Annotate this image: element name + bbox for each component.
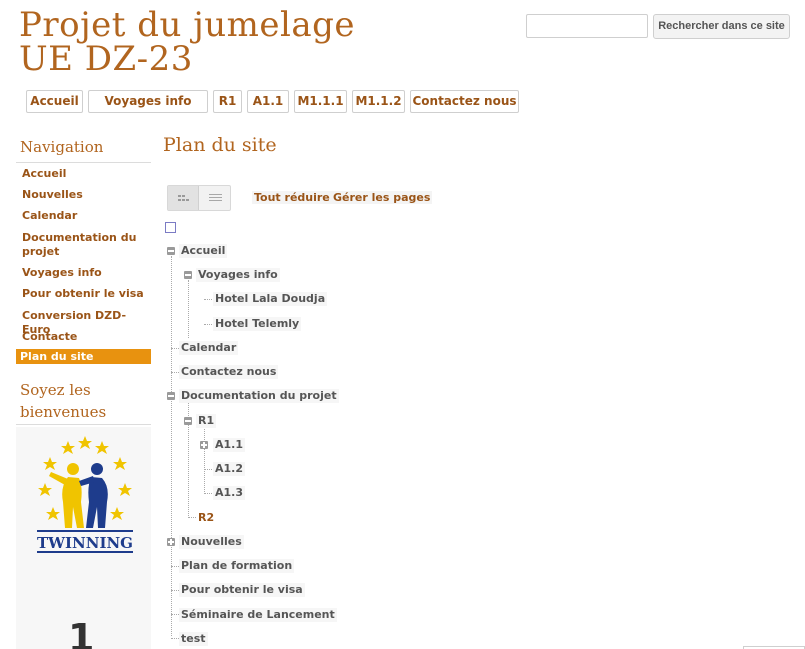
- top-nav-contactez-nous[interactable]: Contactez nous: [410, 90, 519, 113]
- top-nav-voyages-info[interactable]: Voyages info: [88, 90, 208, 113]
- tree-connector: [188, 517, 196, 518]
- tree-connector: [171, 566, 179, 567]
- list-view-button[interactable]: [200, 186, 231, 210]
- navigation-title: Navigation: [20, 138, 104, 156]
- tree-connector: [171, 638, 179, 639]
- top-nav-m1-1-1[interactable]: M1.1.1: [294, 90, 347, 113]
- counter-digit: 1: [68, 616, 95, 649]
- list-view-icon: [209, 194, 222, 201]
- tree-connector: [204, 493, 212, 494]
- tree-item-a1-1[interactable]: A1.1: [213, 438, 245, 452]
- search-input[interactable]: [526, 14, 648, 38]
- expand-a1-1-icon[interactable]: [200, 441, 208, 449]
- top-nav-a1-1[interactable]: A1.1: [247, 90, 289, 113]
- tree-connector: [204, 469, 212, 470]
- tree-connector: [171, 256, 172, 636]
- site-title[interactable]: Projet du jumelage UE DZ-23: [19, 8, 355, 76]
- tree-connector: [204, 299, 212, 300]
- sidebar-item-calendar[interactable]: Calendar: [22, 209, 150, 223]
- expand-nouvelles-icon[interactable]: [167, 538, 175, 546]
- tree-item-hotel-telemly[interactable]: Hotel Telemly: [213, 317, 302, 331]
- tree-item-nouvelles[interactable]: Nouvelles: [179, 535, 244, 549]
- select-all-checkbox[interactable]: [165, 222, 176, 233]
- sidebar-item-visa[interactable]: Pour obtenir le visa: [22, 287, 150, 301]
- tree-item-documentation[interactable]: Documentation du projet: [179, 389, 339, 403]
- tree-item-contactez-nous[interactable]: Contactez nous: [179, 365, 279, 379]
- tree-connector: [171, 348, 179, 349]
- tree-item-voyages-info[interactable]: Voyages info: [196, 268, 280, 282]
- tree-connector: [171, 590, 179, 591]
- tree-connector: [204, 426, 205, 494]
- tree-connector: [171, 372, 179, 373]
- tree-item-visa[interactable]: Pour obtenir le visa: [179, 583, 305, 597]
- tree-item-plan-de-formation[interactable]: Plan de formation: [179, 559, 295, 573]
- collapse-all-link[interactable]: Tout réduire: [252, 191, 332, 204]
- page-title: Plan du site: [163, 134, 277, 156]
- tree-item-calendar[interactable]: Calendar: [179, 341, 239, 355]
- site-title-line1: Projet du jumelage: [19, 5, 356, 45]
- tree-item-r2[interactable]: R2: [196, 511, 216, 525]
- tree-item-test[interactable]: test: [179, 632, 208, 646]
- tree-connector: [171, 614, 179, 615]
- sidebar-item-plan-du-site[interactable]: Plan du site: [16, 349, 151, 364]
- collapse-voyages-info-icon[interactable]: [184, 271, 192, 279]
- tree-item-seminaire[interactable]: Séminaire de Lancement: [179, 608, 337, 622]
- tree-item-hotel-lala-doudja[interactable]: Hotel Lala Doudja: [213, 292, 328, 306]
- search-button[interactable]: Rechercher dans ce site: [653, 14, 790, 39]
- twinning-logo-text: TWINNING: [37, 534, 133, 552]
- collapse-documentation-icon[interactable]: [167, 392, 175, 400]
- tree-connector: [204, 324, 212, 325]
- welcome-title: Soyez les bienvenues: [20, 381, 107, 421]
- view-toggle: [167, 185, 231, 211]
- sidebar-item-nouvelles[interactable]: Nouvelles: [22, 188, 150, 202]
- collapse-accueil-icon[interactable]: [167, 247, 175, 255]
- collapse-r1-icon[interactable]: [184, 417, 192, 425]
- top-nav-r1[interactable]: R1: [213, 90, 242, 113]
- sidebar-item-voyages-info[interactable]: Voyages info: [22, 266, 150, 280]
- tree-view-button[interactable]: [168, 186, 199, 210]
- navigation-divider: [16, 162, 151, 163]
- tree-connector: [188, 280, 189, 338]
- tree-item-r1[interactable]: R1: [196, 414, 217, 428]
- top-nav-accueil[interactable]: Accueil: [26, 90, 83, 113]
- welcome-divider: [16, 424, 151, 425]
- tree-item-accueil[interactable]: Accueil: [179, 244, 228, 258]
- top-nav-m1-1-2[interactable]: M1.1.2: [352, 90, 405, 113]
- manage-pages-link[interactable]: Gérer les pages: [331, 191, 433, 204]
- sidebar-item-accueil[interactable]: Accueil: [22, 167, 150, 181]
- tree-view-icon: [178, 195, 189, 201]
- sidebar-item-documentation[interactable]: Documentation du projet: [22, 231, 150, 259]
- tree-item-a1-2[interactable]: A1.2: [213, 462, 245, 476]
- tree-item-a1-3[interactable]: A1.3: [213, 486, 245, 500]
- twinning-logo: TWINNING: [37, 436, 133, 553]
- site-title-line2: UE DZ-23: [19, 39, 193, 79]
- sidebar-item-contacte[interactable]: Contacte: [22, 330, 150, 344]
